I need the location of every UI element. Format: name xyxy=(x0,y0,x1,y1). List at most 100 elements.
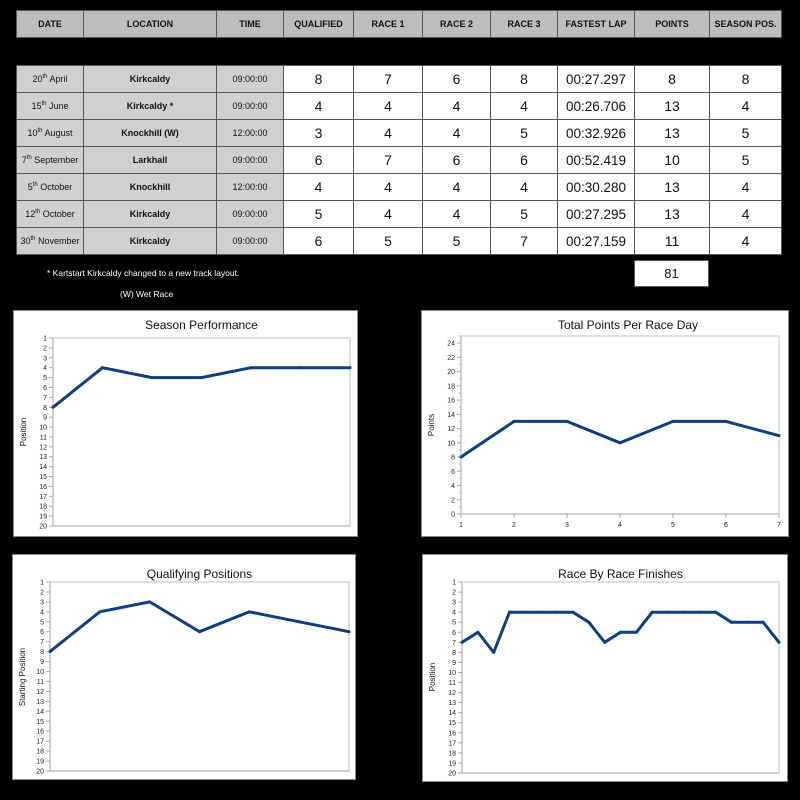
cell-date: 12th October xyxy=(16,200,84,228)
cell-race2: 4 xyxy=(422,92,491,120)
y-tick-label: 10 xyxy=(447,440,455,447)
data-point xyxy=(539,610,543,614)
y-tick-label: 4 xyxy=(43,365,47,372)
cell-race1: 4 xyxy=(353,200,423,228)
y-tick-label: 8 xyxy=(43,405,47,412)
x-tick-label: 1 xyxy=(459,522,463,529)
y-tick-label: 22 xyxy=(447,355,455,362)
table-row: 30th November Kirkcaldy 09:00:00 6 5 5 7 00:27.… xyxy=(16,227,782,255)
date-month: September xyxy=(34,155,79,165)
header-time: TIME xyxy=(216,10,284,38)
y-tick-label: 16 xyxy=(36,729,44,736)
cell-points: 8 xyxy=(634,65,710,93)
cell-fastest-lap: 00:27.159 xyxy=(557,227,635,255)
date-suffix: th xyxy=(32,182,38,188)
date-day: 10 xyxy=(27,128,38,138)
y-tick-label: 18 xyxy=(36,749,44,756)
cell-season-pos: 4 xyxy=(709,92,782,120)
y-tick-label: 15 xyxy=(36,719,44,726)
y-tick-label: 3 xyxy=(452,600,456,607)
y-tick-label: 20 xyxy=(36,769,44,776)
cell-points: 13 xyxy=(634,173,710,201)
date-month: August xyxy=(44,128,73,138)
data-point xyxy=(101,366,104,370)
cell-season-pos: 4 xyxy=(709,227,782,255)
y-tick-label: 17 xyxy=(36,739,44,746)
cell-race3: 6 xyxy=(490,146,558,174)
date-day: 20 xyxy=(32,74,43,84)
y-tick-label: 13 xyxy=(448,700,456,707)
cell-fastest-lap: 00:27.297 xyxy=(557,65,635,93)
y-tick-label: 6 xyxy=(43,385,47,392)
cell-fastest-lap: 00:26.706 xyxy=(557,92,635,120)
cell-date: 10th August xyxy=(16,119,84,147)
track-change-note: * Kartstart Kirkcaldy changed to a new t… xyxy=(47,268,240,278)
cell-season-pos: 4 xyxy=(709,173,782,201)
table-row: 15th June Kirkcaldy * 09:00:00 4 4 4 4 00:26.70… xyxy=(16,92,782,120)
y-tick-label: 16 xyxy=(39,484,47,491)
data-point xyxy=(348,366,352,370)
cell-race2: 5 xyxy=(422,227,491,255)
y-tick-label: 6 xyxy=(451,469,455,476)
y-tick-label: 18 xyxy=(39,504,47,511)
data-point xyxy=(297,620,301,624)
cell-race1: 5 xyxy=(353,227,423,255)
results-table-header: DATE LOCATION TIME QUALIFIED RACE 1 RACE… xyxy=(16,10,782,38)
y-tick-label: 4 xyxy=(451,483,455,490)
y-tick-label: 12 xyxy=(39,444,47,451)
y-tick-label: 17 xyxy=(39,494,47,501)
cell-qualified: 6 xyxy=(283,146,354,174)
y-tick-label: 11 xyxy=(449,680,456,687)
date-suffix: th xyxy=(30,236,36,242)
cell-race3: 4 xyxy=(490,173,558,201)
y-tick-label: 5 xyxy=(40,619,44,626)
cell-date: 30th November xyxy=(16,227,84,255)
y-tick-label: 14 xyxy=(447,412,455,419)
data-point xyxy=(198,630,201,634)
data-point xyxy=(48,650,52,654)
cell-location: Kirkcaldy * xyxy=(83,92,217,120)
y-tick-label: 16 xyxy=(448,730,456,737)
y-tick-label: 6 xyxy=(452,630,456,637)
header-location: LOCATION xyxy=(83,10,217,38)
date-month: April xyxy=(49,74,68,84)
cell-location: Kirkcaldy xyxy=(83,227,217,255)
y-tick-label: 11 xyxy=(37,679,44,686)
cell-race3: 7 xyxy=(490,227,558,255)
data-point xyxy=(460,640,464,644)
cell-points: 13 xyxy=(634,119,710,147)
y-tick-label: 7 xyxy=(40,639,44,646)
wet-race-note: (W) Wet Race xyxy=(120,289,174,299)
cell-date: 7th September xyxy=(16,146,84,174)
x-tick-label: 7 xyxy=(777,522,781,529)
y-tick-label: 12 xyxy=(36,689,44,696)
y-axis-label: Points xyxy=(427,414,436,436)
data-point xyxy=(745,620,749,624)
cell-location: Kirkcaldy xyxy=(83,65,217,93)
y-tick-label: 8 xyxy=(40,649,44,656)
cell-time: 09:00:00 xyxy=(216,146,284,174)
plot-area xyxy=(49,581,350,772)
header-race3: RACE 3 xyxy=(490,10,558,38)
data-point xyxy=(714,610,718,614)
cell-qualified: 5 xyxy=(283,200,354,228)
y-tick-label: 14 xyxy=(36,709,44,716)
chart-title: Season Performance xyxy=(145,318,258,332)
cell-points: 13 xyxy=(634,200,710,228)
data-point xyxy=(150,376,154,380)
y-tick-label: 2 xyxy=(451,497,455,504)
table-row: 7th September Larkhall 09:00:00 6 7 6 6 00:52.4… xyxy=(16,146,782,174)
y-tick-label: 7 xyxy=(43,395,47,402)
y-tick-label: 2 xyxy=(40,589,44,596)
data-point xyxy=(777,434,781,438)
cell-race1: 7 xyxy=(353,65,423,93)
race-finishes-svg: Race By Race FinishesPosition12345678910… xyxy=(428,567,781,778)
y-tick-label: 18 xyxy=(448,750,456,757)
data-point xyxy=(200,376,203,380)
data-point xyxy=(512,419,516,423)
cell-points: 11 xyxy=(634,227,710,255)
date-suffix: th xyxy=(26,155,32,161)
header-date: DATE xyxy=(16,10,84,38)
cell-fastest-lap: 00:30.280 xyxy=(557,173,635,201)
date-month: October xyxy=(40,182,73,192)
